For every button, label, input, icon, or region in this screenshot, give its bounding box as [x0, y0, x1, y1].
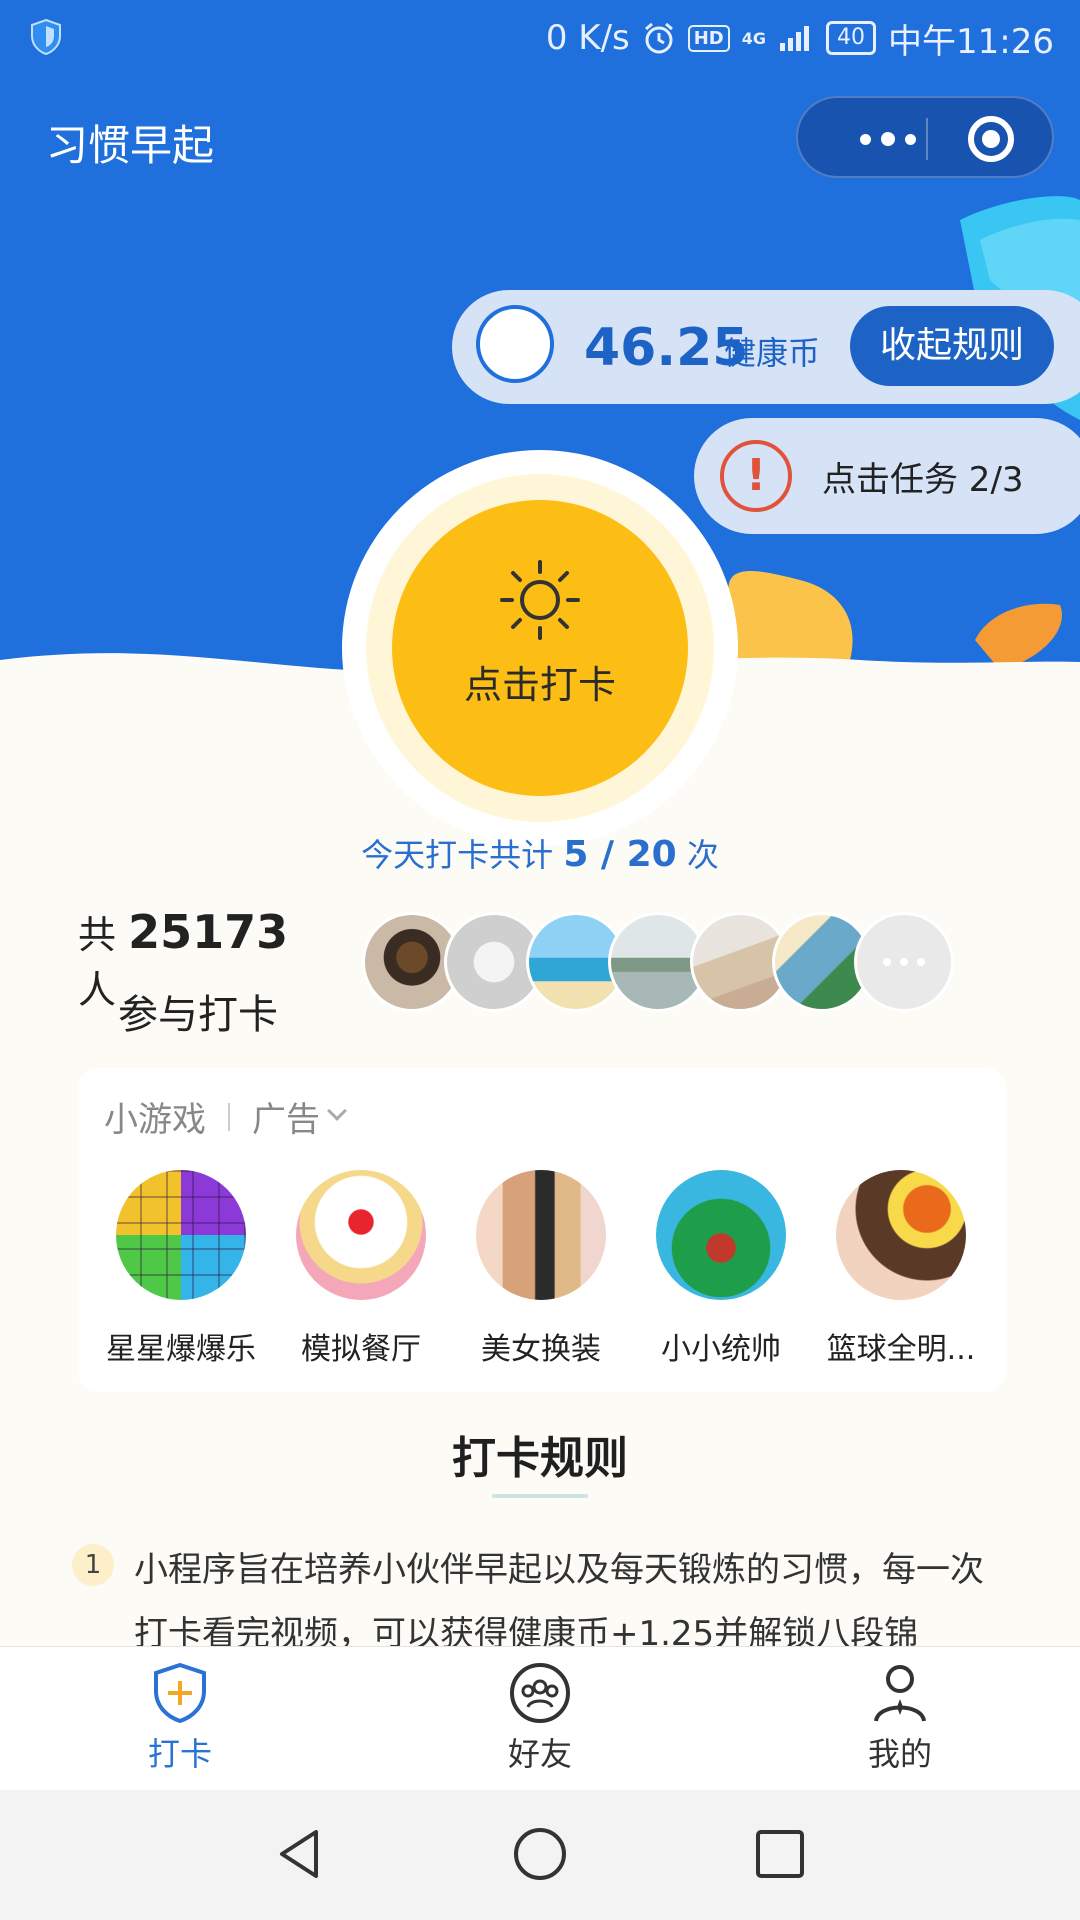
today-suffix: 次 [686, 836, 719, 874]
coin-unit: 健康币 [724, 334, 821, 372]
chevron-down-icon[interactable] [327, 1100, 347, 1121]
checkin-button[interactable] [392, 500, 688, 796]
game-item[interactable]: 星星爆爆乐 [96, 1170, 266, 1368]
game-icon-dress-up[interactable] [476, 1170, 606, 1300]
today-checkin-count: 今天打卡共计 5 / 20 次 [0, 830, 1080, 876]
rule-text: 小程序旨在培养小伙伴早起以及每天锻炼的习惯，每一次打卡看完视频，可以获得健康币+… [134, 1550, 984, 1646]
participants-prefix: 共 [78, 913, 117, 957]
back-icon[interactable] [270, 1824, 330, 1884]
home-icon[interactable] [510, 1824, 570, 1884]
task-label[interactable]: 点击任务 2/3 [822, 452, 1024, 501]
security-shield-icon [31, 18, 61, 56]
battery-level: 40 [826, 21, 877, 55]
game-item[interactable]: 模拟餐厅 [276, 1170, 446, 1368]
tab-label: 好友 [507, 1735, 572, 1773]
tab-label: 我的 [867, 1735, 932, 1773]
rule-number: 1 [72, 1544, 114, 1586]
ad-label[interactable]: 广告 [252, 1092, 320, 1141]
miniprogram-capsule [796, 96, 1054, 178]
profile-icon [874, 1665, 926, 1722]
game-name: 小小统帅 [661, 1332, 781, 1367]
game-name: 星星爆爆乐 [106, 1332, 256, 1367]
hd-badge: HD [687, 24, 730, 52]
alarm-icon [644, 22, 673, 54]
game-name: 模拟餐厅 [301, 1332, 421, 1367]
mini-games-title: 小游戏 [104, 1100, 206, 1140]
collapse-rules-button[interactable]: 收起规则 [850, 306, 1054, 386]
target-icon[interactable] [968, 116, 1014, 162]
bottom-tab-bar: 打卡 好友 我的 [0, 1646, 1080, 1790]
header-divider [228, 1102, 230, 1131]
more-participants-button[interactable] [854, 912, 954, 1012]
game-icon-commander[interactable] [656, 1170, 786, 1300]
sun-icon [500, 560, 580, 640]
game-item[interactable]: 美女换装 [456, 1170, 626, 1368]
tab-checkin[interactable]: 打卡 [80, 1661, 280, 1775]
tab-label: 打卡 [147, 1735, 212, 1773]
today-count-value: 5 / 20 [563, 834, 677, 875]
checkin-label[interactable]: 点击打卡 [392, 654, 688, 709]
signal-icon [780, 26, 810, 51]
recents-icon[interactable] [750, 1824, 810, 1884]
participants-number: 25173 [128, 905, 289, 959]
shield-plus-icon [154, 1662, 206, 1724]
game-name: 篮球全明... [826, 1332, 976, 1367]
tab-friends[interactable]: 好友 [440, 1661, 640, 1775]
page-title: 习惯早起 [46, 121, 215, 170]
system-navigation-bar [0, 1790, 1080, 1920]
capsule-divider [926, 118, 928, 160]
game-icon-star-blast[interactable] [116, 1170, 246, 1300]
rules-title: 打卡规则 [452, 1433, 628, 1484]
exclamation-icon: ! [720, 440, 792, 512]
network-type: 4G [741, 28, 767, 48]
friends-icon [510, 1663, 570, 1723]
participants-suffix: 人 [78, 968, 117, 1012]
today-prefix: 今天打卡共计 [361, 836, 554, 874]
tab-profile[interactable]: 我的 [800, 1661, 1000, 1775]
game-item[interactable]: 小小统帅 [636, 1170, 806, 1368]
network-speed: 0 K/s [545, 18, 630, 58]
participant-avatars[interactable] [362, 912, 982, 1012]
clock: 中午11:26 [888, 21, 1054, 62]
game-icon-cake[interactable] [296, 1170, 426, 1300]
ellipsis-icon[interactable] [838, 121, 938, 157]
status-bar: 0 K/s HD 4G 40 中午11:26 [0, 0, 1080, 76]
coin-avatar [476, 305, 554, 383]
rules-title-underline [492, 1494, 588, 1498]
participants-caption: 参与打卡 [118, 992, 278, 1038]
game-name: 美女换装 [481, 1332, 601, 1367]
game-icon-basketball[interactable] [836, 1170, 966, 1300]
game-item[interactable]: 篮球全明... [816, 1170, 986, 1368]
mini-games-header: 小游戏 广告 [104, 1092, 347, 1141]
